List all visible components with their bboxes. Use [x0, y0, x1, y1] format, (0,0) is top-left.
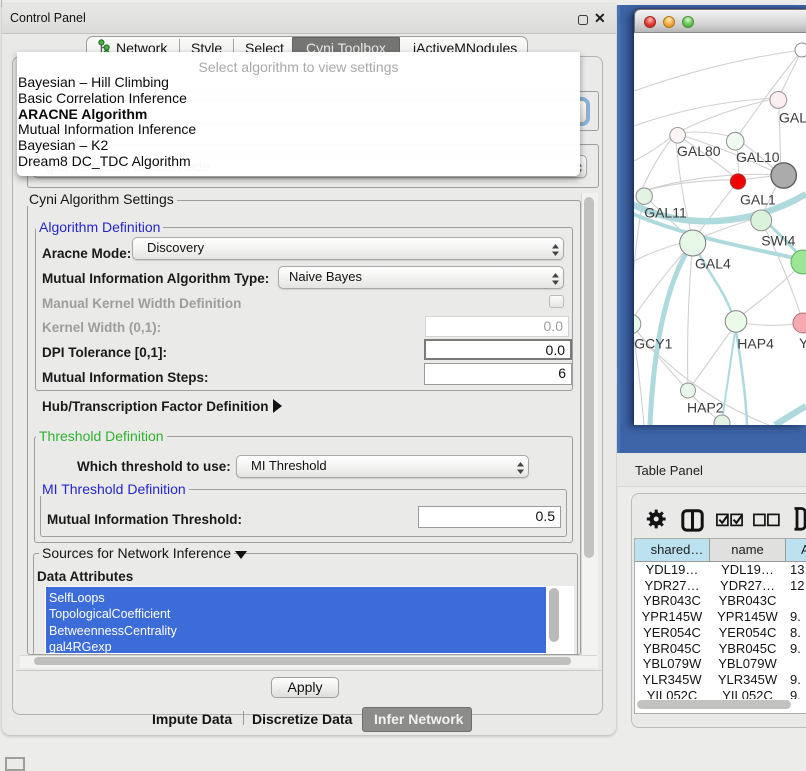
svg-text:HAP2: HAP2	[687, 400, 724, 416]
svg-text:GCY1: GCY1	[634, 336, 672, 352]
svg-text:HAP4: HAP4	[737, 336, 774, 352]
svg-text:Y: Y	[799, 335, 806, 351]
svg-text:GAL8: GAL8	[779, 110, 806, 126]
svg-text:GAL11: GAL11	[644, 205, 687, 221]
svg-text:GAL1: GAL1	[740, 192, 776, 208]
svg-text:GAL10: GAL10	[736, 149, 780, 165]
svg-text:SWI4: SWI4	[761, 233, 795, 249]
svg-text:GAL80: GAL80	[677, 143, 721, 159]
svg-text:GAL4: GAL4	[695, 256, 731, 272]
